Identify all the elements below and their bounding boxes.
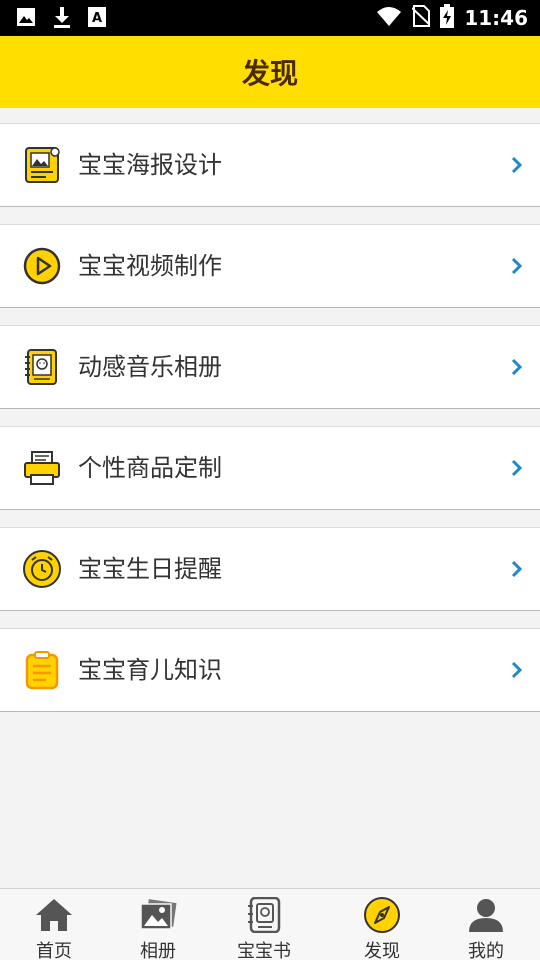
menu-item-label: 宝宝生日提醒 [78,555,222,583]
poster-icon [22,145,62,185]
menu-item-parenting-knowledge[interactable]: 宝宝育儿知识 [0,628,540,712]
battery-charging-icon [440,4,455,32]
svg-text:A: A [92,11,102,26]
chevron-right-icon [508,660,526,680]
status-bar: A 11:46 [0,0,540,36]
home-icon [34,897,74,933]
chevron-right-icon [508,559,526,579]
tab-label: 首页 [36,941,72,960]
menu-item-birthday-reminder[interactable]: 宝宝生日提醒 [0,527,540,611]
tab-discover[interactable]: 发现 [328,889,436,960]
alarm-clock-icon [22,549,62,589]
menu-item-poster-design[interactable]: 宝宝海报设计 [0,123,540,207]
tab-label: 发现 [364,941,400,960]
music-album-icon [22,347,62,387]
menu-item-label: 宝宝海报设计 [78,151,222,179]
printer-icon [22,448,62,488]
menu-item-label: 动感音乐相册 [78,353,222,381]
tab-label: 我的 [468,941,504,960]
chevron-right-icon [508,256,526,276]
bottom-tab-bar: 首页 相册 宝宝书 发现 我的 [0,888,540,960]
tab-album[interactable]: 相册 [104,889,212,960]
baby-book-icon [244,896,284,934]
menu-item-label: 个性商品定制 [78,454,222,482]
tab-label: 宝宝书 [237,941,291,960]
text-a-icon: A [88,7,106,31]
tab-mine[interactable]: 我的 [432,889,540,960]
wifi-icon [376,5,402,31]
menu-item-label: 宝宝视频制作 [78,252,222,280]
compass-icon [362,897,402,933]
menu-item-custom-goods[interactable]: 个性商品定制 [0,426,540,510]
tab-label: 相册 [140,941,176,960]
chevron-right-icon [508,155,526,175]
image-icon [16,7,36,31]
download-icon [52,6,72,32]
header-bar: 发现 [0,36,540,108]
photos-icon [138,897,178,933]
menu-item-label: 宝宝育儿知识 [78,656,222,684]
menu-item-video-making[interactable]: 宝宝视频制作 [0,224,540,308]
chevron-right-icon [508,458,526,478]
clipboard-icon [22,650,62,690]
no-sim-icon [411,5,432,31]
clock-time: 11:46 [464,6,528,30]
chevron-right-icon [508,357,526,377]
tab-baby-book[interactable]: 宝宝书 [210,889,318,960]
user-icon [466,897,506,933]
menu-item-music-album[interactable]: 动感音乐相册 [0,325,540,409]
page-title: 发现 [241,57,298,90]
tab-home[interactable]: 首页 [0,889,108,960]
play-icon [22,246,62,286]
